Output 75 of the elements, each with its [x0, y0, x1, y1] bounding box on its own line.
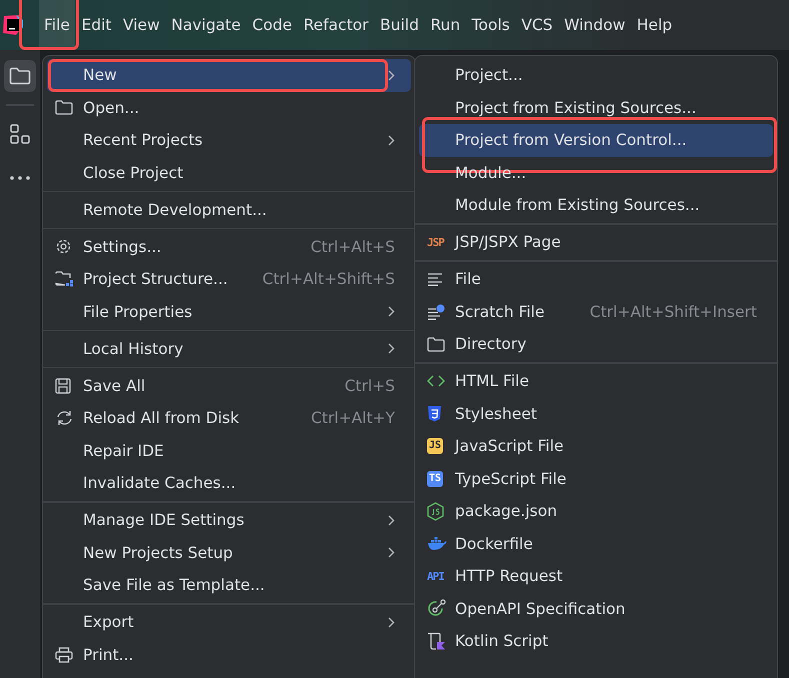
shortcut-text: Ctrl+Alt+Y [310, 409, 395, 428]
typescript-icon: TS [427, 470, 444, 487]
menu-bar-item[interactable]: Code [247, 0, 297, 50]
save-icon [55, 378, 71, 394]
menu-item[interactable]: Recent Projects [47, 124, 411, 156]
shapes-icon [9, 123, 31, 145]
stylesheet-icon [427, 405, 442, 422]
openapi-icon [427, 599, 446, 618]
menu-item[interactable]: JSP JSP/JSPX Page [419, 226, 773, 258]
whale-icon [427, 536, 447, 552]
menu-item[interactable]: Save All Ctrl+S [47, 370, 411, 402]
menu-item[interactable]: Export [47, 606, 411, 638]
menu-item[interactable]: Stylesheet [419, 398, 773, 430]
menu-item[interactable]: Project from Existing Sources... [419, 92, 773, 124]
javascript-icon: JS [427, 438, 444, 454]
menu-item[interactable]: API HTTP Request [419, 560, 773, 592]
folder-icon [427, 336, 445, 352]
menu-item[interactable]: Module from Existing Sources... [419, 189, 773, 222]
menu-item[interactable]: Directory [419, 328, 773, 360]
menu-bar-item[interactable]: View [118, 0, 165, 50]
shortcut-text: Ctrl+Alt+S [310, 238, 395, 256]
menu-item[interactable]: File [419, 263, 773, 296]
app-logo-icon [2, 14, 24, 36]
menu-item[interactable]: Project... [419, 59, 773, 92]
text-file-icon [427, 272, 443, 286]
menu-bar-item[interactable]: Tools [466, 0, 515, 50]
menu-bar-item[interactable]: VCS [516, 0, 558, 50]
menu-bar-item[interactable]: Refactor [298, 0, 374, 50]
menu-item[interactable]: File Properties [47, 296, 411, 328]
script-icon [427, 632, 446, 651]
menu-item[interactable]: Scratch File Ctrl+Alt+Shift+Insert [419, 296, 773, 328]
folder-grid-icon [55, 271, 74, 288]
menu-item[interactable]: Project Structure... Ctrl+Alt+Shift+S [47, 263, 411, 296]
shortcut-text: Ctrl+S [344, 376, 395, 395]
jsp-icon: JSP [427, 236, 444, 248]
menu-item[interactable]: Repair IDE [47, 434, 411, 467]
menu-item[interactable]: Close Project [47, 156, 411, 189]
shortcut-text: Ctrl+Alt+Shift+S [262, 270, 395, 288]
reload-icon [55, 410, 74, 426]
menu-bar-item[interactable]: Navigate [166, 0, 246, 50]
menu-item[interactable]: Manage IDE Settings [47, 504, 411, 536]
menu-item[interactable]: Kotlin Script [419, 625, 773, 658]
menu-item[interactable]: Invalidate Caches... [47, 467, 411, 500]
folder-icon [9, 67, 31, 85]
menu-bar-item[interactable]: Help [632, 0, 678, 50]
project-button[interactable] [4, 60, 36, 92]
menu-item[interactable]: OpenAPI Specification [419, 592, 773, 625]
printer-icon [55, 646, 73, 663]
code-brackets-icon [427, 375, 445, 388]
settings-icon [55, 238, 72, 256]
menu-item[interactable]: Dockerfile [419, 528, 773, 560]
menu-item[interactable]: Save File as Template... [47, 569, 411, 602]
scratch-file-icon [427, 304, 445, 320]
menu-item[interactable]: Project from Version Control... [419, 124, 773, 156]
menu-item[interactable]: HTML File [419, 365, 773, 398]
menu-item[interactable]: package.json [419, 495, 773, 528]
menu-item[interactable]: Print... [47, 638, 411, 671]
api-icon: API [427, 570, 444, 582]
hexagon-icon [427, 502, 444, 521]
more-icon [9, 176, 31, 180]
menu-item[interactable]: TS TypeScript File [419, 462, 773, 495]
menu-bar-item[interactable]: Run [425, 0, 466, 50]
menu-item[interactable]: New Projects Setup [47, 536, 411, 569]
menu-item[interactable]: Open... [47, 92, 411, 124]
menu-item[interactable]: Remote Development... [47, 194, 411, 226]
folder-icon [55, 100, 73, 116]
menu-bar-item[interactable]: File [39, 0, 75, 50]
menu-item[interactable]: Reload All from Disk Ctrl+Alt+Y [47, 402, 411, 434]
shortcut-text: Ctrl+Alt+Shift+Insert [590, 302, 757, 321]
menu-bar-item[interactable]: Edit [76, 0, 116, 50]
menu-item[interactable]: Local History [47, 332, 411, 365]
menu-item[interactable]: JS JavaScript File [419, 430, 773, 462]
menu-item[interactable]: Settings... Ctrl+Alt+S [47, 230, 411, 263]
menu-bar-item[interactable]: Window [559, 0, 630, 50]
menu-bar-item[interactable]: Build [375, 0, 424, 50]
